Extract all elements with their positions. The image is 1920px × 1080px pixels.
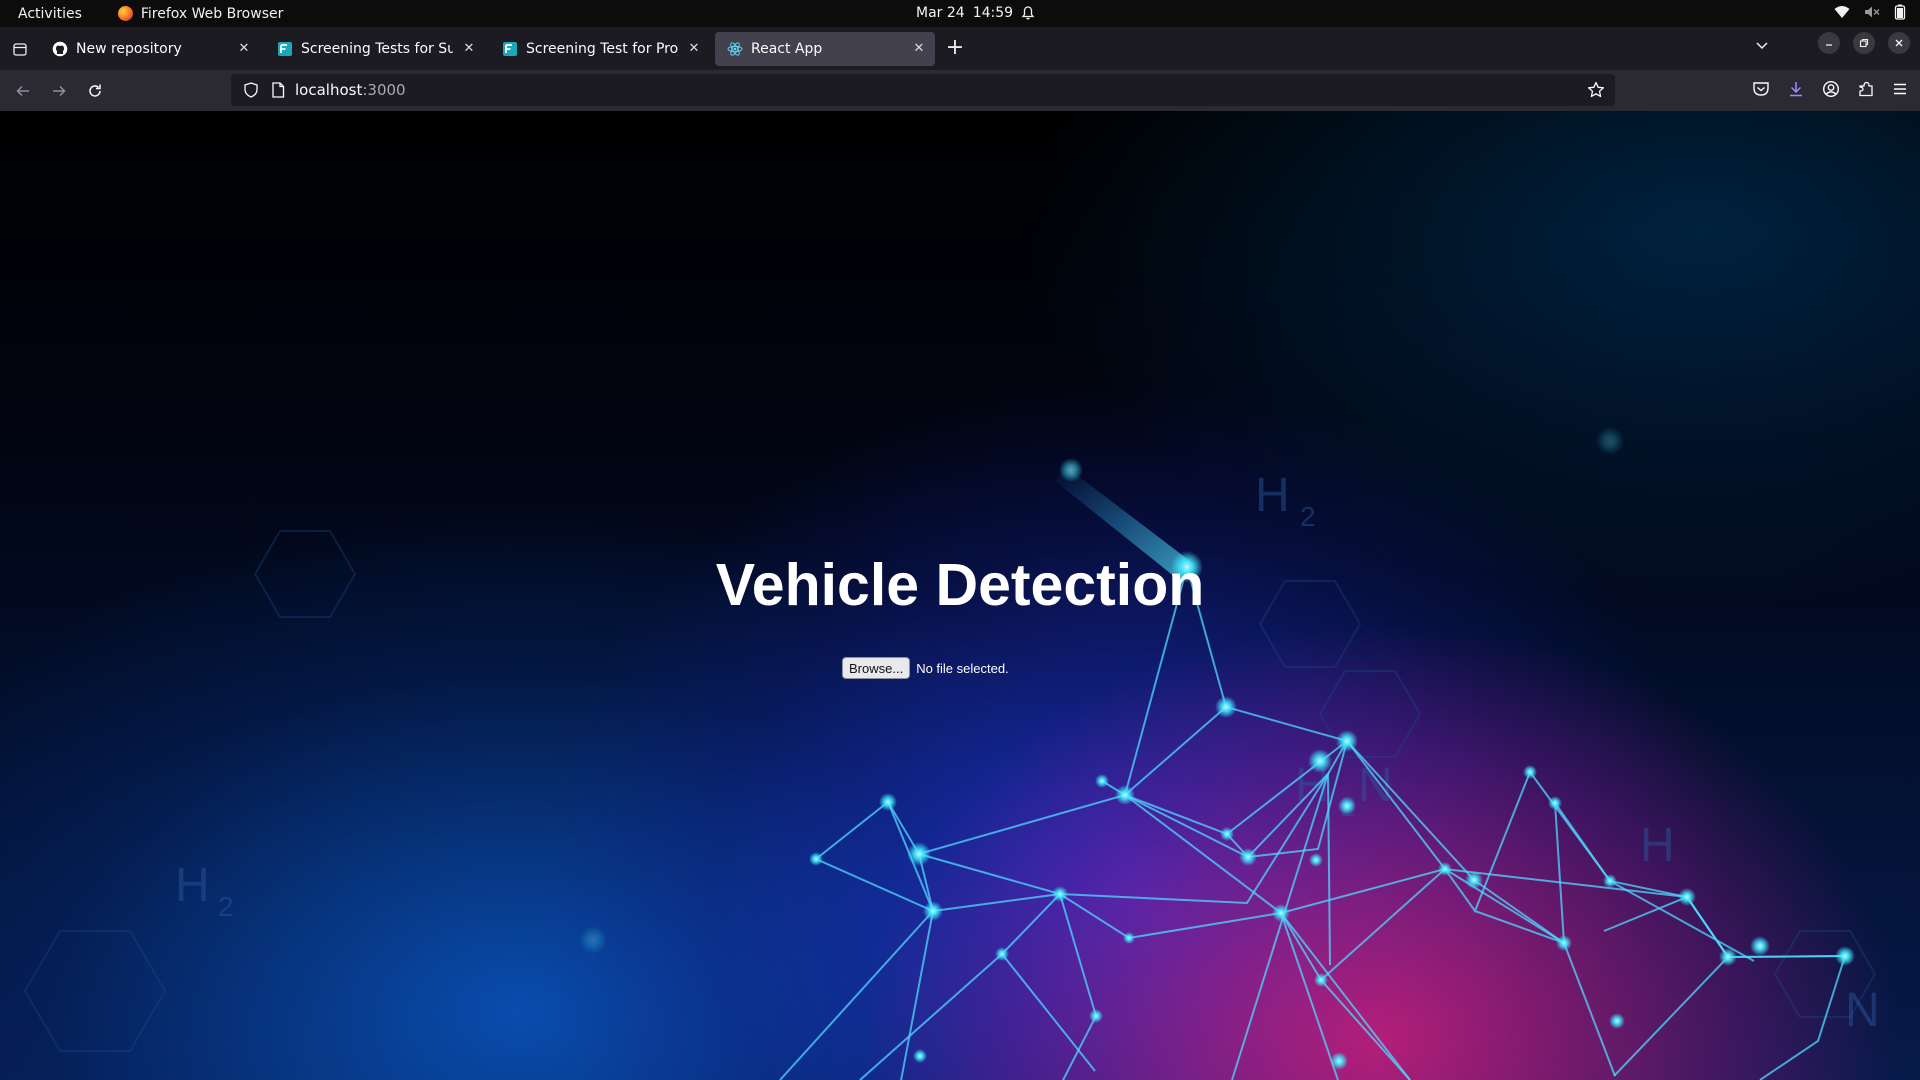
- account-icon[interactable]: [1822, 80, 1840, 98]
- site-icon: [277, 41, 293, 57]
- hamburger-menu-icon[interactable]: [1892, 81, 1908, 97]
- page-content: H2 H2N H2 H N: [0, 111, 1920, 1080]
- list-all-tabs-button[interactable]: [1754, 37, 1770, 57]
- tab-react-app[interactable]: React App ✕: [715, 31, 935, 66]
- volume-muted-icon: [1865, 6, 1880, 18]
- url-bar[interactable]: localhost:3000: [231, 74, 1615, 106]
- tab-screening-test-project[interactable]: Screening Test for Projec ✕: [490, 32, 710, 66]
- tracking-protection-shield-icon[interactable]: [243, 82, 259, 98]
- clock-time: 14:59: [972, 5, 1014, 21]
- page-info-icon[interactable]: [271, 82, 285, 98]
- pocket-icon[interactable]: [1752, 80, 1770, 98]
- url-host: localhost: [295, 81, 363, 99]
- system-top-bar: Activities Firefox Web Browser Mar 24 14…: [0, 0, 1920, 27]
- restore-icon: [1859, 38, 1869, 48]
- close-tab-icon[interactable]: ✕: [686, 41, 702, 57]
- restore-button[interactable]: [1853, 32, 1875, 54]
- firefox-view-button[interactable]: [0, 27, 40, 70]
- tab-label: React App: [751, 40, 823, 57]
- url-port: :3000: [362, 81, 406, 99]
- downloads-icon[interactable]: [1787, 80, 1805, 98]
- minimize-button[interactable]: [1818, 32, 1840, 54]
- tab-strip: New repository ✕ Screening Tests for Sum…: [0, 27, 1920, 70]
- close-window-button[interactable]: [1888, 32, 1910, 54]
- firefox-icon: [117, 6, 133, 21]
- file-status-text: No file selected.: [916, 660, 1009, 676]
- close-icon: [1895, 39, 1903, 47]
- page-title: Vehicle Detection: [715, 552, 1205, 618]
- back-button[interactable]: [5, 73, 41, 109]
- upload-section: Vehicle Detection Browse... No file sele…: [0, 111, 1920, 1080]
- minimize-icon: [1826, 44, 1832, 46]
- react-icon: [727, 41, 743, 57]
- clock-date: Mar 24: [916, 5, 965, 21]
- github-icon: [52, 41, 68, 57]
- firefox-view-icon: [13, 42, 27, 56]
- wifi-icon: [1834, 6, 1850, 18]
- back-arrow-icon: [16, 85, 29, 96]
- navigation-toolbar: localhost:3000: [0, 70, 1920, 111]
- new-tab-button[interactable]: +: [940, 34, 970, 64]
- extensions-icon[interactable]: [1857, 80, 1875, 98]
- toolbar-right: [1752, 80, 1908, 98]
- tab-label: New repository: [76, 40, 182, 57]
- activities-button[interactable]: Activities: [18, 6, 82, 22]
- tab-screening-tests-summ[interactable]: Screening Tests for Summ ✕: [265, 32, 485, 66]
- reload-button[interactable]: [77, 73, 113, 109]
- tab-label: Screening Tests for Summ: [301, 40, 453, 57]
- site-icon: [502, 41, 518, 57]
- system-tray[interactable]: [1834, 4, 1906, 20]
- forward-button[interactable]: [41, 73, 77, 109]
- forward-arrow-icon: [53, 85, 66, 96]
- file-input[interactable]: Browse... No file selected.: [842, 657, 1009, 679]
- notification-bell-icon: [1021, 6, 1035, 20]
- close-tab-icon[interactable]: ✕: [461, 41, 477, 57]
- battery-icon: [1894, 4, 1906, 20]
- reload-icon: [89, 84, 101, 97]
- browse-button[interactable]: Browse...: [842, 657, 911, 679]
- app-name: Firefox Web Browser: [140, 5, 284, 22]
- tab-new-repository[interactable]: New repository ✕: [40, 32, 260, 66]
- chevron-down-icon: [1756, 42, 1768, 50]
- close-tab-icon[interactable]: ✕: [236, 41, 252, 57]
- window-controls: [1818, 32, 1910, 54]
- app-menu[interactable]: Firefox Web Browser: [117, 5, 284, 22]
- clock[interactable]: Mar 24 14:59: [916, 5, 1035, 21]
- close-tab-icon[interactable]: ✕: [911, 41, 927, 57]
- url-text[interactable]: localhost:3000: [295, 81, 406, 99]
- tab-label: Screening Test for Projec: [526, 40, 678, 57]
- bookmark-star-icon[interactable]: [1587, 81, 1605, 99]
